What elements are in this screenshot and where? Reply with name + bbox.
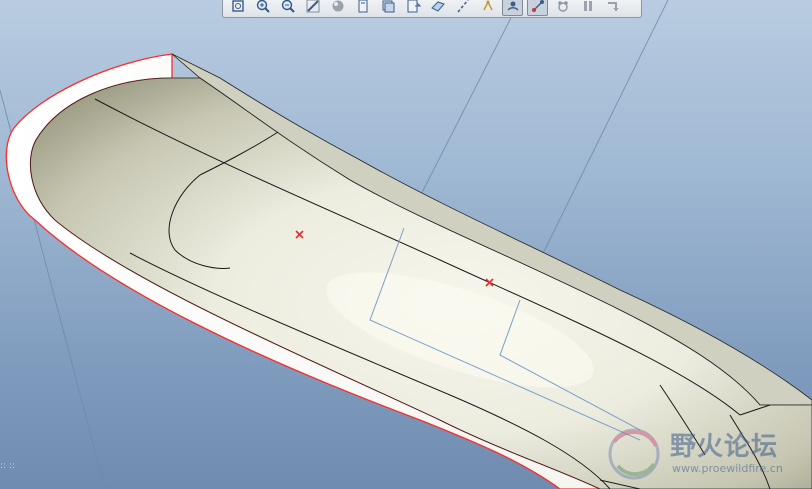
view-toolbar (222, 0, 642, 18)
refit-icon (231, 0, 244, 12)
zoom-out-button[interactable] (277, 0, 298, 16)
datum-axes-button[interactable] (452, 0, 473, 16)
display-style-icon (332, 0, 343, 12)
coordinate-systems-icon (507, 1, 518, 11)
graphics-viewport[interactable]: :: :: 野火论坛 www.proewildfire.cn (0, 0, 812, 489)
repaint-icon (306, 0, 319, 13)
datum-points-button[interactable] (477, 0, 498, 16)
pause-icon (583, 1, 592, 11)
datum-axes-icon (456, 0, 469, 13)
coordinate-systems-button[interactable] (502, 0, 523, 16)
layers-icon (382, 0, 394, 13)
zoom-in-button[interactable] (252, 0, 273, 16)
refit-button[interactable] (227, 0, 248, 16)
zoom-out-icon (281, 0, 295, 13)
view-manager-button[interactable] (402, 0, 423, 16)
layers-button[interactable] (377, 0, 398, 16)
model-canvas[interactable]: :: :: (0, 0, 812, 489)
watermark-title: 野火论坛 (670, 432, 779, 462)
spin-center-icon (557, 1, 568, 12)
next-icon (607, 2, 619, 11)
pause-button[interactable] (577, 0, 598, 16)
annotation-display-icon (531, 0, 544, 12)
saved-views-icon (358, 0, 367, 13)
datum-planes-icon (430, 1, 445, 12)
display-style-button[interactable] (327, 0, 348, 16)
watermark-logo (608, 428, 660, 480)
view-manager-icon (407, 0, 421, 13)
datum-planes-button[interactable] (427, 0, 448, 16)
repaint-button[interactable] (302, 0, 323, 16)
saved-views-button[interactable] (352, 0, 373, 16)
datum-points-icon (482, 0, 493, 11)
watermark: 野火论坛 www.proewildfire.cn (600, 422, 800, 484)
next-button[interactable] (602, 0, 623, 16)
zoom-in-icon (256, 0, 270, 13)
watermark-url: www.proewildfire.cn (672, 462, 783, 475)
annotation-display-button[interactable] (527, 0, 548, 16)
spin-center-button[interactable] (552, 0, 573, 16)
axis-label: :: :: (0, 461, 15, 471)
